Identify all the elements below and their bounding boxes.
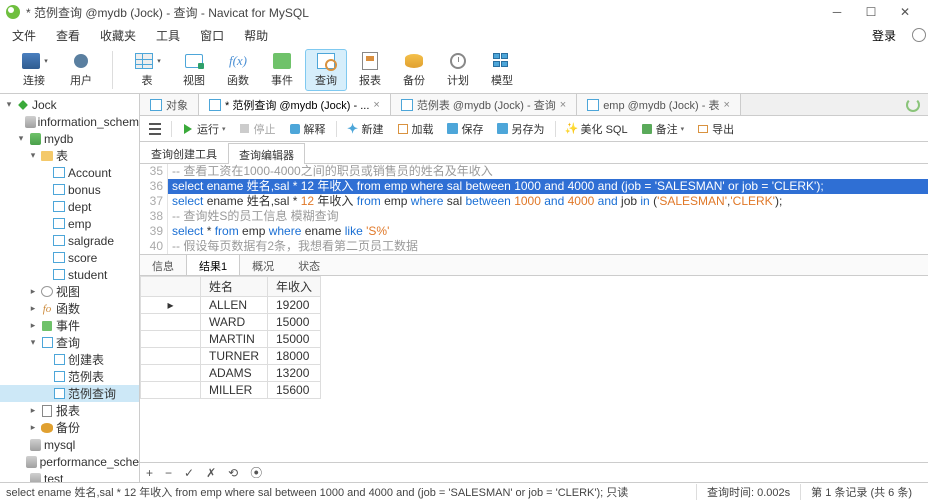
tab-query-builder[interactable]: 查询创建工具	[140, 142, 228, 163]
grid-nav-button[interactable]: ⦿	[248, 464, 264, 481]
table-row[interactable]: ADAMS13200	[141, 365, 321, 382]
query-button[interactable]: 查询	[305, 49, 347, 91]
tree-item[interactable]: score	[0, 249, 139, 266]
menu-item[interactable]: 文件	[2, 25, 46, 46]
menu-item[interactable]: 帮助	[234, 25, 278, 46]
tab-info[interactable]: 信息	[140, 255, 186, 275]
tab-status[interactable]: 状态	[286, 255, 332, 275]
status-sql: select ename 姓名,sal * 12 年收入 from emp wh…	[6, 484, 696, 500]
maximize-button[interactable]: ☐	[854, 0, 888, 24]
tab-query-editor[interactable]: 查询编辑器	[228, 143, 305, 164]
beautify-button[interactable]: ✨美化 SQL	[561, 119, 633, 139]
connect-button[interactable]: ▾ 连接	[10, 49, 58, 91]
sync-icon[interactable]	[898, 94, 928, 115]
grid-nav-strip: +−✓ ✗ ⟲ ⦿	[140, 462, 928, 482]
app-icon	[6, 5, 20, 19]
table-row[interactable]: ▸ALLEN19200	[141, 297, 321, 314]
tree-item[interactable]: salgrade	[0, 232, 139, 249]
status-rows: 第 1 条记录 (共 6 条)	[800, 484, 922, 500]
toggle-panel-button[interactable]	[144, 121, 166, 137]
content-tab[interactable]: * 范例查询 @mydb (Jock) - ...×	[199, 94, 391, 115]
backup-button[interactable]: 备份	[393, 49, 435, 91]
tree-item[interactable]: 范例查询	[0, 385, 139, 402]
function-button[interactable]: f(x)函数	[217, 49, 259, 91]
model-button[interactable]: 模型	[481, 49, 523, 91]
table-row[interactable]: MARTIN15000	[141, 331, 321, 348]
tree-item[interactable]: student	[0, 266, 139, 283]
menu-item[interactable]: 工具	[146, 25, 190, 46]
tree-item[interactable]: ▸事件	[0, 317, 139, 334]
user-avatar-icon[interactable]	[912, 28, 926, 42]
tab-result1[interactable]: 结果1	[186, 255, 240, 275]
content-area: 对象* 范例查询 @mydb (Jock) - ...×范例表 @mydb (J…	[140, 94, 928, 482]
save-button[interactable]: 保存	[442, 119, 489, 139]
grid-nav-button[interactable]: ✗	[204, 466, 218, 480]
grid-nav-button[interactable]: −	[163, 466, 174, 480]
content-tab[interactable]: 范例表 @mydb (Jock) - 查询×	[391, 94, 577, 115]
grid-nav-button[interactable]: ⟲	[226, 466, 240, 480]
menu-item[interactable]: 窗口	[190, 25, 234, 46]
load-button[interactable]: 加载	[392, 119, 439, 139]
tree-item[interactable]: ▸报表	[0, 402, 139, 419]
tree-item[interactable]: ▸备份	[0, 419, 139, 436]
grid-nav-button[interactable]: +	[144, 466, 155, 480]
tree-item[interactable]: ▾表	[0, 147, 139, 164]
stop-button[interactable]: 停止	[234, 119, 281, 139]
sql-editor[interactable]: 35363738394041 -- 查看工资在1000-4000之间的职员或销售…	[140, 164, 928, 254]
tree-item[interactable]: bonus	[0, 181, 139, 198]
status-bar: select ename 姓名,sal * 12 年收入 from emp wh…	[0, 482, 928, 500]
save-as-button[interactable]: 另存为	[492, 119, 550, 139]
navigation-tree[interactable]: ▾ Jock information_schem▾mydb▾表Accountbo…	[0, 94, 140, 482]
table-row[interactable]: WARD15000	[141, 314, 321, 331]
result-grid[interactable]: 姓名年收入▸ALLEN19200WARD15000MARTIN15000TURN…	[140, 276, 928, 462]
tree-item[interactable]: mysql	[0, 436, 139, 453]
plan-button[interactable]: 计划	[437, 49, 479, 91]
event-button[interactable]: 事件	[261, 49, 303, 91]
content-tab[interactable]: 对象	[140, 94, 199, 115]
close-button[interactable]: ✕	[888, 0, 922, 24]
explain-button[interactable]: 解释	[284, 119, 331, 139]
run-button[interactable]: 运行▾	[177, 119, 231, 139]
grid-nav-button[interactable]: ✓	[182, 466, 196, 480]
tree-item[interactable]: ▸视图	[0, 283, 139, 300]
window-title: * 范例查询 @mydb (Jock) - 查询 - Navicat for M…	[26, 4, 820, 21]
tree-item[interactable]: 范例表	[0, 368, 139, 385]
table-button[interactable]: ▾ 表	[123, 49, 171, 91]
menu-item[interactable]: 查看	[46, 25, 90, 46]
tab-profile[interactable]: 概况	[240, 255, 286, 275]
tree-item[interactable]: ▸fo函数	[0, 300, 139, 317]
status-time: 查询时间: 0.002s	[696, 484, 800, 500]
menu-item[interactable]: 收藏夹	[90, 25, 146, 46]
tree-item[interactable]: ▾mydb	[0, 130, 139, 147]
designer-tabs: 查询创建工具 查询编辑器	[140, 142, 928, 164]
content-tabs: 对象* 范例查询 @mydb (Jock) - ...×范例表 @mydb (J…	[140, 94, 928, 116]
main-toolbar: ▾ 连接 用户 ▾ 表 视图 f(x)函数 事件 查询 报表 备份 计划 模型	[0, 46, 928, 94]
login-link[interactable]: 登录	[862, 25, 906, 46]
menu-bar: 文件查看收藏夹工具窗口帮助 登录	[0, 24, 928, 46]
tree-connection[interactable]: ▾ Jock	[0, 96, 139, 113]
tree-item[interactable]: 创建表	[0, 351, 139, 368]
export-button[interactable]: 导出	[692, 119, 739, 139]
tree-item[interactable]: dept	[0, 198, 139, 215]
tree-item[interactable]: Account	[0, 164, 139, 181]
title-bar: * 范例查询 @mydb (Jock) - 查询 - Navicat for M…	[0, 0, 928, 24]
minimize-button[interactable]: ─	[820, 0, 854, 24]
table-row[interactable]: TURNER18000	[141, 348, 321, 365]
tree-item[interactable]: performance_sche	[0, 453, 139, 470]
tree-item[interactable]: ▾查询	[0, 334, 139, 351]
query-toolbar: 运行▾ 停止 解释 ✦新建 加载 保存 另存为 ✨美化 SQL 备注▾ 导出	[140, 116, 928, 142]
content-tab[interactable]: emp @mydb (Jock) - 表×	[577, 94, 741, 115]
note-button[interactable]: 备注▾	[636, 119, 690, 139]
tree-item[interactable]: emp	[0, 215, 139, 232]
result-tabs: 信息 结果1 概况 状态	[140, 254, 928, 276]
new-button[interactable]: ✦新建	[342, 119, 389, 139]
tree-item[interactable]: information_schem	[0, 113, 139, 130]
view-button[interactable]: 视图	[173, 49, 215, 91]
tree-item[interactable]: test	[0, 470, 139, 482]
table-row[interactable]: MILLER15600	[141, 382, 321, 399]
user-button[interactable]: 用户	[60, 49, 102, 91]
report-button[interactable]: 报表	[349, 49, 391, 91]
